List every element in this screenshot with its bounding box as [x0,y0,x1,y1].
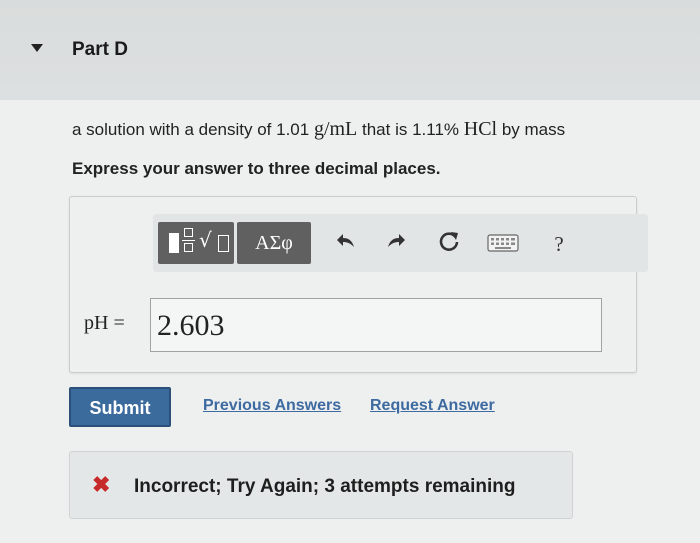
feedback-message: Incorrect; Try Again; 3 attempts remaini… [134,476,516,497]
ph-answer-input[interactable]: 2.603 [150,298,602,352]
part-title: Part D [72,39,128,60]
undo-icon[interactable] [333,229,359,257]
instruction-text: Express your answer to three decimal pla… [72,159,441,178]
keyboard-icon[interactable] [487,232,519,254]
caret-down-icon[interactable] [31,44,43,52]
help-button[interactable]: ? [546,230,572,258]
question-text: a solution with a density of 1.01 g/mL t… [72,118,565,141]
part-header[interactable]: Part D [0,0,700,100]
density-unit: g/mL [313,118,358,140]
question-middle: that is 1.11% [357,120,464,139]
templates-button[interactable]: √ [158,222,234,264]
feedback-box: ✖ Incorrect; Try Again; 3 attempts remai… [69,451,573,519]
reset-icon[interactable] [436,229,462,257]
answer-panel: √ ΑΣφ ? pH = 2.603 [69,196,648,373]
request-answer-link[interactable]: Request Answer [370,397,495,415]
previous-answers-link[interactable]: Previous Answers [203,397,341,415]
greek-symbols-button[interactable]: ΑΣφ [237,222,311,264]
submit-button[interactable]: Submit [69,387,171,427]
incorrect-x-icon: ✖ [92,472,111,497]
question-suffix: by mass [497,120,566,139]
ph-label: pH = [84,312,125,334]
redo-icon[interactable] [383,229,409,257]
question-prefix: a solution with a density of 1.01 [72,120,314,139]
chemical-formula: HCl [463,118,498,140]
math-toolbar: √ ΑΣφ ? [153,214,648,272]
